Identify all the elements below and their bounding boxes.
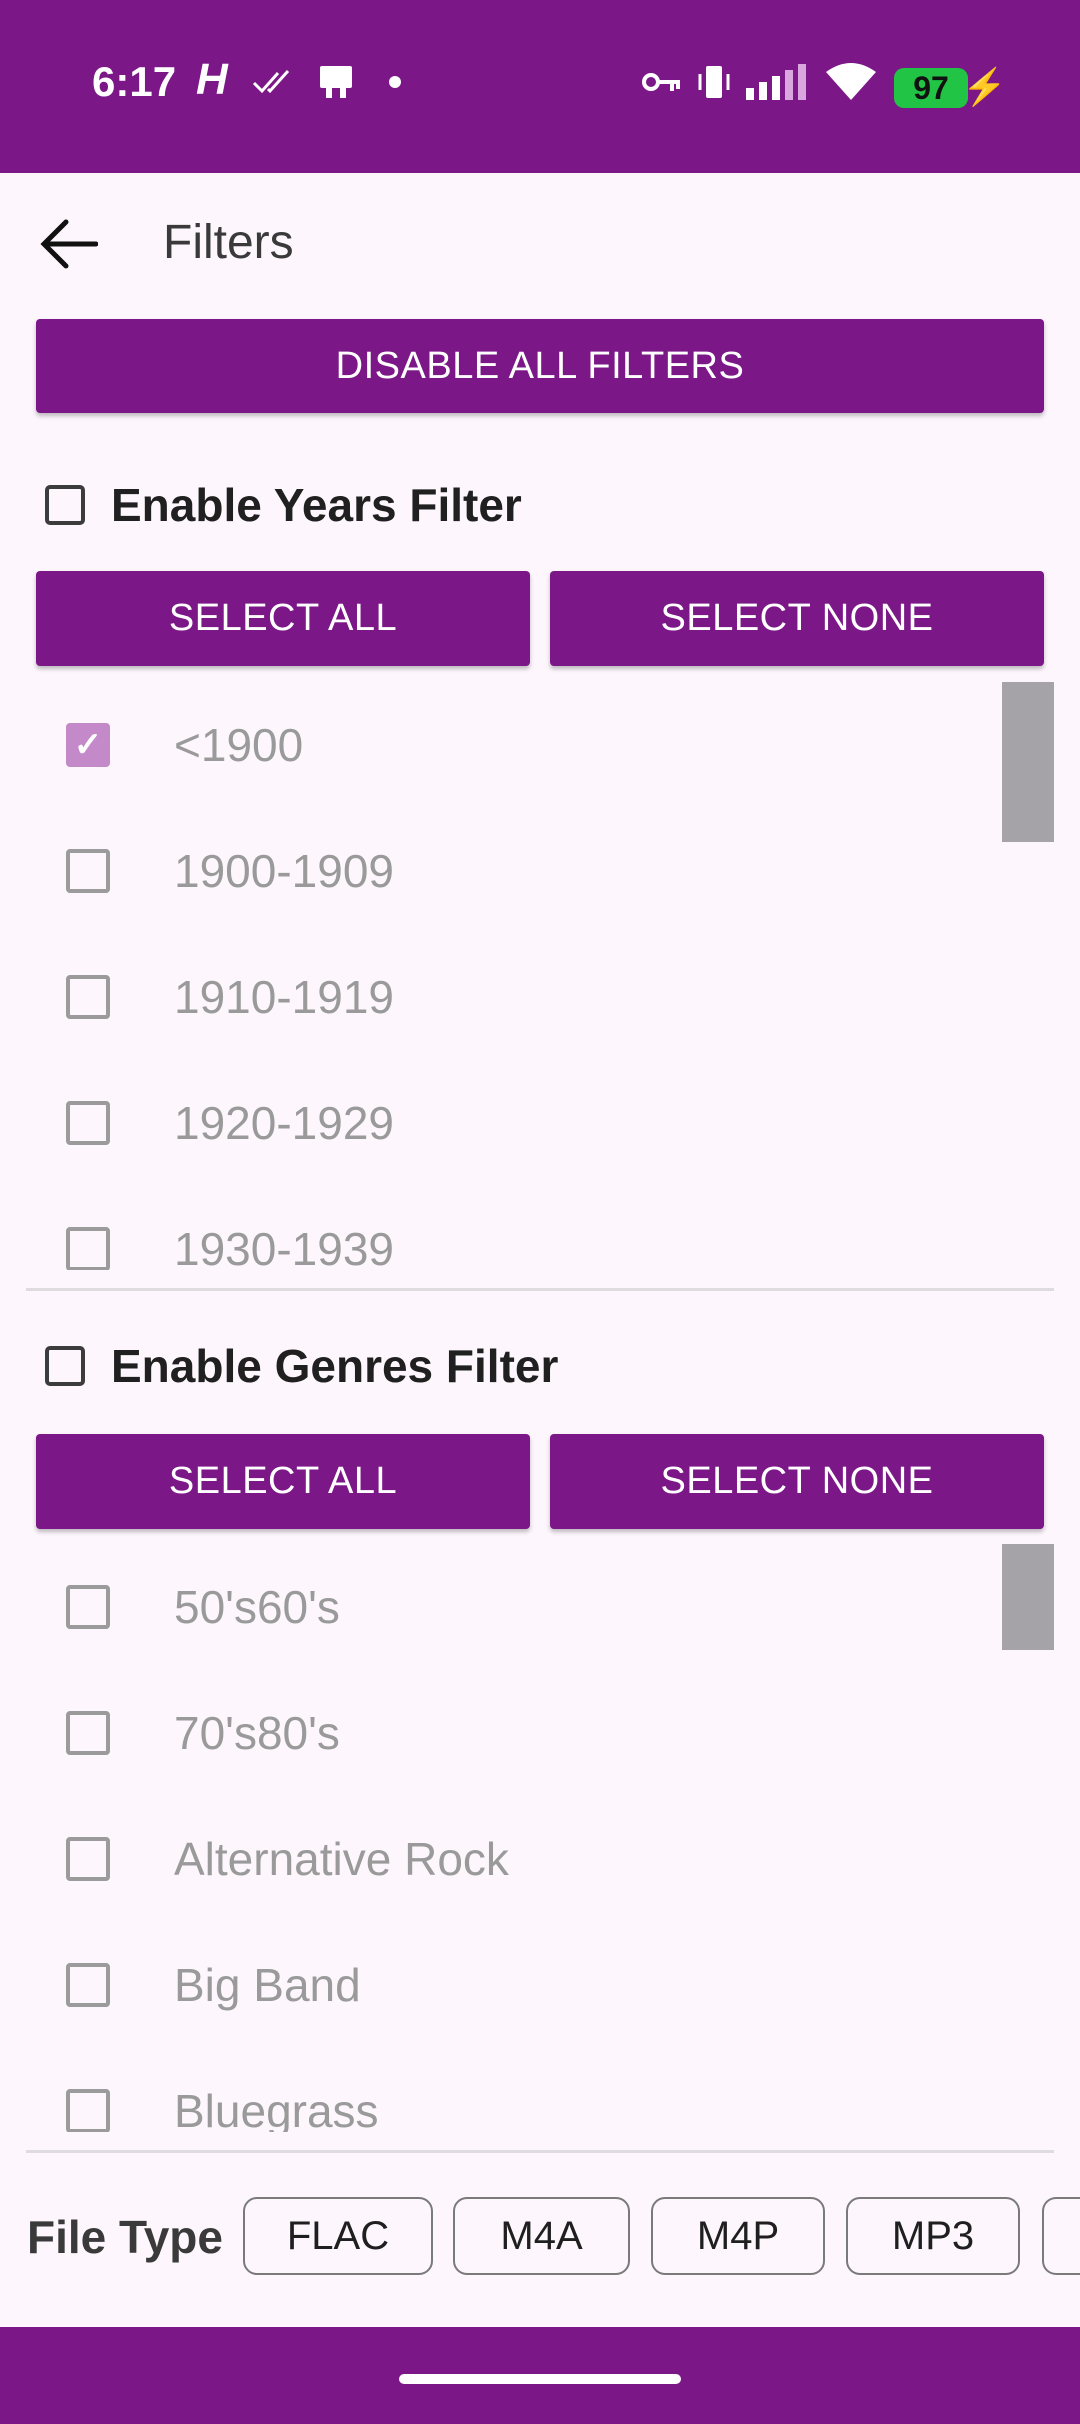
wifi-icon	[826, 62, 876, 102]
enable-years-filter-checkbox[interactable]	[45, 485, 85, 525]
vibrate-icon	[696, 62, 732, 102]
list-item-label: 1910-1919	[174, 971, 394, 1023]
checkbox-checked[interactable]: ✓	[66, 723, 110, 767]
app-bar: Filters	[0, 173, 1080, 313]
file-type-chip-m4a[interactable]: M4A	[453, 2197, 630, 2275]
arrow-back-icon	[40, 219, 98, 269]
years-select-all-button[interactable]: SELECT ALL	[36, 571, 530, 666]
list-item-label: Bluegrass	[174, 2085, 379, 2132]
divider	[26, 1288, 1054, 1291]
years-list[interactable]: ✓ <1900 1900-1909 1910-1919 1920-1929 19…	[0, 682, 1080, 1270]
cast-icon	[314, 62, 358, 102]
checkbox[interactable]	[66, 1711, 110, 1755]
disable-all-filters-button[interactable]: DISABLE ALL FILTERS	[36, 319, 1044, 413]
checkbox[interactable]	[66, 1101, 110, 1145]
status-time: 6:17	[92, 58, 177, 105]
checkbox[interactable]	[66, 1585, 110, 1629]
dot-icon	[388, 62, 402, 102]
list-item[interactable]: 1930-1939	[0, 1186, 1000, 1270]
list-item-label: <1900	[174, 719, 304, 771]
list-item-label: Alternative Rock	[174, 1833, 509, 1885]
list-item[interactable]: 1910-1919	[0, 934, 1000, 1060]
list-item-label: 1920-1929	[174, 1097, 394, 1149]
home-gesture-handle[interactable]	[399, 2374, 681, 2384]
vpn-key-icon	[642, 62, 682, 102]
enable-years-filter-label: Enable Years Filter	[111, 479, 522, 531]
charging-bolt-icon: ⚡	[962, 66, 1007, 107]
file-type-chip-more[interactable]	[1042, 2197, 1080, 2275]
years-select-none-button[interactable]: SELECT NONE	[550, 571, 1044, 666]
list-item-label: 50's60's	[174, 1581, 340, 1633]
list-item-label: 1900-1909	[174, 845, 394, 897]
years-list-scrollbar[interactable]	[1002, 682, 1054, 842]
list-item[interactable]: 50's60's	[0, 1544, 1000, 1670]
list-item[interactable]: Alternative Rock	[0, 1796, 1000, 1922]
status-bar: 6:17 H 97 ⚡	[0, 0, 1080, 173]
checkbox[interactable]	[66, 2089, 110, 2132]
page-title: Filters	[163, 216, 294, 269]
enable-genres-filter-label: Enable Genres Filter	[111, 1340, 559, 1392]
battery-level: 97	[913, 69, 949, 106]
list-item[interactable]: 70's80's	[0, 1670, 1000, 1796]
list-item-label: Big Band	[174, 1959, 361, 2011]
signal-icon	[746, 62, 808, 102]
list-item-label: 70's80's	[174, 1707, 340, 1759]
file-type-label: File Type	[27, 2211, 223, 2263]
navigation-bar	[0, 2327, 1080, 2424]
divider	[26, 2150, 1054, 2153]
list-item[interactable]: Big Band	[0, 1922, 1000, 2048]
battery-icon: 97	[894, 68, 968, 108]
list-item-label: 1930-1939	[174, 1223, 394, 1270]
list-item[interactable]: Bluegrass	[0, 2048, 1000, 2132]
list-item[interactable]: 1920-1929	[0, 1060, 1000, 1186]
file-type-chip-m4p[interactable]: M4P	[651, 2197, 825, 2275]
checkbox[interactable]	[66, 849, 110, 893]
genres-list-scrollbar[interactable]	[1002, 1544, 1054, 1650]
genres-select-all-button[interactable]: SELECT ALL	[36, 1434, 530, 1529]
checkbox[interactable]	[66, 1227, 110, 1270]
file-type-chip-mp3[interactable]: MP3	[846, 2197, 1020, 2275]
back-button[interactable]	[32, 208, 104, 280]
checkbox[interactable]	[66, 1963, 110, 2007]
genres-select-none-button[interactable]: SELECT NONE	[550, 1434, 1044, 1529]
genres-list[interactable]: 50's60's 70's80's Alternative Rock Big B…	[0, 1544, 1080, 2132]
file-type-chip-flac[interactable]: FLAC	[243, 2197, 433, 2275]
notification-h-icon: H	[196, 55, 228, 104]
list-item[interactable]: 1900-1909	[0, 808, 1000, 934]
checkbox[interactable]	[66, 975, 110, 1019]
enable-genres-filter-checkbox[interactable]	[45, 1346, 85, 1386]
checkbox[interactable]	[66, 1837, 110, 1881]
double-check-icon	[252, 62, 296, 102]
list-item[interactable]: ✓ <1900	[0, 682, 1000, 808]
